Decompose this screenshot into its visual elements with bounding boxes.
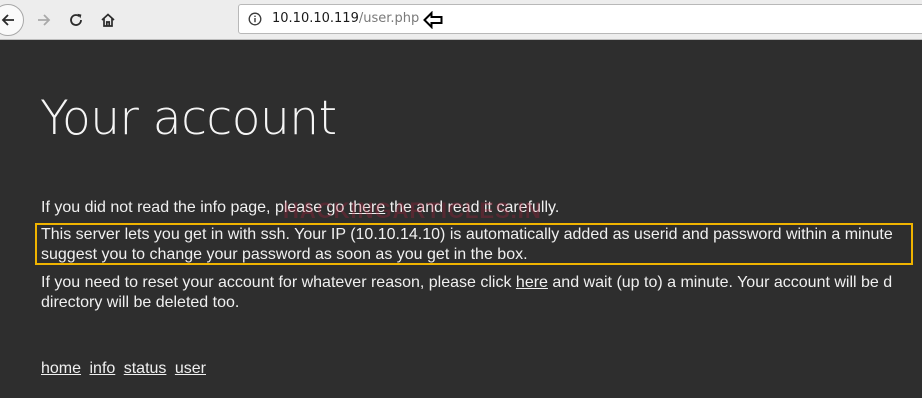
watermark: HACKINGARTICLES.IN	[283, 198, 542, 223]
browser-toolbar: 10.10.10.119/user.php	[0, 0, 922, 40]
back-icon	[1, 14, 14, 26]
reset-line-2: directory will be deleted too.	[41, 294, 240, 311]
reset-text-after: and wait (up to) a minute. Your account …	[547, 274, 893, 291]
reset-paragraph: If you need to reset your account for wh…	[41, 273, 892, 313]
reset-text-before: If you need to reset your account for wh…	[41, 274, 516, 291]
nav-info-link[interactable]: info	[89, 360, 115, 377]
home-button[interactable]	[93, 5, 123, 35]
address-bar[interactable]: 10.10.10.119/user.php	[238, 4, 922, 34]
reload-button[interactable]	[61, 5, 91, 35]
nav-status-link[interactable]: status	[124, 360, 167, 377]
annotation-arrow-icon	[423, 11, 443, 29]
highlight-box	[35, 223, 913, 265]
reset-line-1: If you need to reset your account for wh…	[41, 273, 892, 293]
page-content: Your account If you did not read the inf…	[0, 40, 922, 398]
forward-button[interactable]	[29, 5, 59, 35]
reload-icon	[70, 13, 82, 26]
nav-user-link[interactable]: user	[175, 360, 206, 377]
here-link[interactable]: here	[516, 274, 548, 291]
nav-home-link[interactable]: home	[41, 360, 81, 377]
home-icon	[101, 13, 115, 27]
url-path: /user.php	[358, 11, 420, 26]
footer-nav: home info status user	[41, 359, 210, 379]
url-text[interactable]: 10.10.10.119/user.php	[272, 11, 419, 27]
page-title: Your account	[40, 91, 337, 146]
url-host: 10.10.10.119	[272, 11, 359, 26]
back-button[interactable]	[0, 4, 24, 36]
forward-icon	[38, 14, 51, 26]
info-icon[interactable]	[248, 12, 262, 26]
